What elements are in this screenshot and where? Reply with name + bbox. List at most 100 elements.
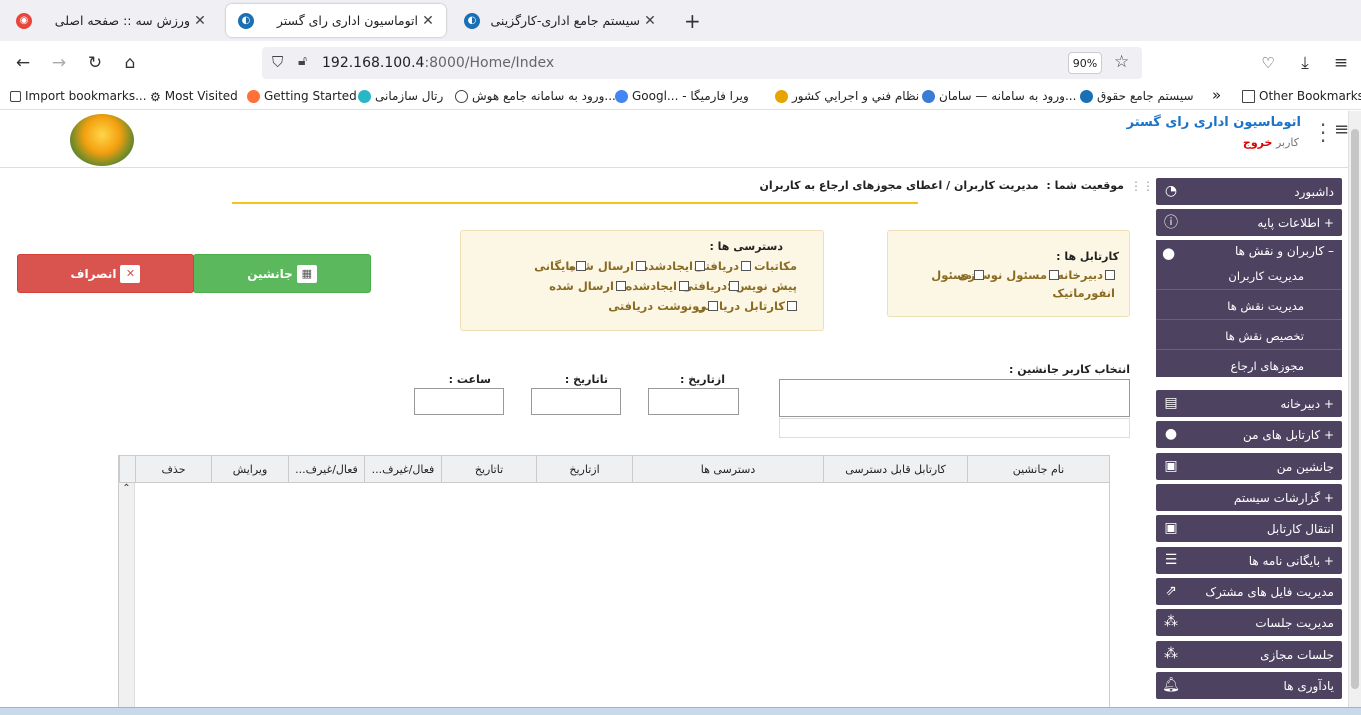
- sidebar-item-label: جلسات مجازی: [1260, 647, 1334, 662]
- sidebar-item-reminders[interactable]: یادآوری ها 🔔︎: [1156, 672, 1342, 699]
- column-header-kartable[interactable]: کارتابل قابل دسترسی: [823, 456, 967, 483]
- column-header-substitute-name[interactable]: نام جانشین: [967, 456, 1109, 483]
- close-tab-icon[interactable]: ✕: [190, 13, 210, 29]
- checkbox[interactable]: [1049, 270, 1059, 280]
- checkbox[interactable]: [616, 281, 626, 291]
- checkbox[interactable]: [787, 301, 797, 311]
- sidebar-subitem-referral-permissions[interactable]: مجوزهای ارجاع: [1156, 352, 1342, 379]
- bookmark-portal[interactable]: رتال سازمانی: [358, 89, 443, 103]
- sidebar-item-label: مدیریت جلسات: [1255, 615, 1334, 630]
- new-tab-button[interactable]: +: [684, 9, 701, 33]
- scroll-up-chevron-icon[interactable]: ⌃: [122, 483, 130, 494]
- bookmarks-toolbar: Import bookmarks... ⚙ Most Visited Gettin…: [0, 84, 1361, 110]
- address-bar[interactable]: ⛉ 🔓︎ 192.168.100.4:8000/Home/Index 90% ☆: [262, 47, 1142, 79]
- bookmark-label: ورود به سامانه — سامان...: [939, 89, 1077, 103]
- bookmark-saman[interactable]: ورود به سامانه — سامان...: [922, 89, 1076, 103]
- sidebar-subitem-assign-roles[interactable]: تخصیص نقش ها: [1156, 323, 1342, 350]
- sidebar-item-my-substitute[interactable]: جانشین من ▣: [1156, 453, 1342, 480]
- column-header-active-2[interactable]: فعال/غیرف...: [288, 456, 364, 483]
- sidebar-item-shared-files[interactable]: مدیریت فایل های مشترک ⇗: [1156, 578, 1342, 605]
- shield-icon[interactable]: ⛉: [272, 53, 283, 71]
- back-arrow-icon[interactable]: ←: [10, 50, 36, 76]
- sidebar-item-meetings[interactable]: مدیریت جلسات ⁂: [1156, 609, 1342, 636]
- pocket-icon[interactable]: ♡: [1255, 50, 1281, 76]
- downloads-icon[interactable]: ⤓: [1292, 50, 1318, 76]
- column-header-active-1[interactable]: فعال/غیرف...: [364, 456, 441, 483]
- close-tab-icon[interactable]: ✕: [640, 13, 660, 29]
- bookmark-label: نظام فني و اجرايي كشور: [792, 89, 920, 103]
- checkbox[interactable]: [695, 261, 705, 271]
- sidebar-group-label[interactable]: – کاربران و نقش ها: [1235, 244, 1334, 258]
- sidebar-item-archive[interactable]: + بایگانی نامه ها ☰: [1156, 547, 1342, 574]
- bookmark-import[interactable]: Import bookmarks...: [10, 89, 147, 103]
- insecure-lock-icon[interactable]: 🔓︎: [298, 53, 307, 69]
- tab-title: سیستم جامع اداری-کارگزینی: [490, 13, 640, 28]
- tab-varzesh3[interactable]: ◉ ورزش سه :: صفحه اصلی ✕: [4, 4, 218, 37]
- menu-icon[interactable]: ≡: [1328, 50, 1354, 76]
- checkbox[interactable]: [1105, 270, 1115, 280]
- checkbox[interactable]: [679, 281, 689, 291]
- more-bookmarks-chevron-icon[interactable]: »: [1212, 86, 1221, 104]
- bookmark-nezam[interactable]: نظام فني و اجرايي كشور: [775, 89, 919, 103]
- checkbox[interactable]: [636, 261, 646, 271]
- sidebar-subitem-roles[interactable]: مدیریت نقش ها: [1156, 293, 1342, 320]
- bookmark-star-icon[interactable]: ☆: [1114, 52, 1129, 72]
- checkbox[interactable]: [741, 261, 751, 271]
- substitute-save-button[interactable]: ▦ جانشین: [193, 254, 371, 293]
- substitute-user-input[interactable]: [779, 379, 1130, 417]
- scrollbar-thumb[interactable]: [1351, 129, 1359, 689]
- pishnevis-option-received[interactable]: دریافتی: [682, 279, 739, 293]
- checkbox[interactable]: [708, 301, 718, 311]
- makatebat-option-created[interactable]: ایجادشده: [641, 259, 705, 273]
- bookmark-payroll[interactable]: سیستم جامع حقوق: [1080, 89, 1194, 103]
- kartable-option-manager[interactable]: مسئول: [931, 268, 984, 282]
- cancel-button[interactable]: ✕ انصراف: [17, 254, 194, 293]
- zoom-level[interactable]: 90%: [1068, 52, 1102, 74]
- column-header-to-date[interactable]: تاتاریخ: [441, 456, 536, 483]
- url-text[interactable]: 192.168.100.4:8000/Home/Index: [322, 55, 554, 71]
- sidebar-item-base-info[interactable]: + اطلاعات پایه ⓘ: [1156, 209, 1342, 236]
- column-header-from-date[interactable]: ازتاریخ: [536, 456, 632, 483]
- pishnevis-option-created[interactable]: ایجادشده: [625, 279, 689, 293]
- checkbox[interactable]: [576, 261, 586, 271]
- bookmark-other[interactable]: Other Bookmarks: [1242, 89, 1361, 103]
- home-icon[interactable]: ⌂: [117, 50, 143, 76]
- checkbox[interactable]: [729, 281, 739, 291]
- logout-link[interactable]: خروج: [1243, 136, 1273, 149]
- sidebar-item-secretariat[interactable]: + دبیرخانه ▤: [1156, 390, 1342, 417]
- sidebar-item-reports[interactable]: + گزارشات سیستم: [1156, 484, 1342, 511]
- forward-arrow-icon[interactable]: →: [46, 50, 72, 76]
- sidebar-subitem-users[interactable]: مدیریت کاربران: [1156, 263, 1342, 290]
- checkbox[interactable]: [974, 270, 984, 280]
- bookmark-google[interactable]: Googl... - ویرا فارمیگا: [615, 89, 749, 103]
- table-scrollbar[interactable]: ⌃: [119, 483, 135, 714]
- sidebar-item-my-kartables[interactable]: + کارتابل های من ●: [1156, 421, 1342, 448]
- close-tab-icon[interactable]: ✕: [418, 13, 438, 29]
- bookmark-hoosh[interactable]: ورود به سامانه جامع هوش...: [455, 89, 616, 103]
- option-received-copy[interactable]: رونوشت دریافتی: [608, 299, 718, 313]
- to-date-label: تاتاریخ :: [564, 373, 608, 386]
- column-header-edit[interactable]: ویرایش: [211, 456, 288, 483]
- to-date-input[interactable]: [531, 388, 621, 415]
- bookmark-most-visited[interactable]: ⚙ Most Visited: [150, 89, 238, 104]
- time-input[interactable]: [414, 388, 504, 415]
- sidebar-item-dashboard[interactable]: داشبورد ◔: [1156, 178, 1342, 205]
- substitute-user-dropdown[interactable]: [779, 418, 1130, 438]
- pishnevis-option-sent[interactable]: ارسال شده: [549, 279, 626, 293]
- column-header-access[interactable]: دسترسی ها: [632, 456, 823, 483]
- makatebat-option-archived[interactable]: بایگانی: [534, 259, 586, 273]
- bookmark-label: Most Visited: [164, 89, 238, 103]
- from-date-input[interactable]: [648, 388, 739, 415]
- column-header-delete[interactable]: حذف: [135, 456, 211, 483]
- reload-icon[interactable]: ↻: [82, 50, 108, 76]
- kebab-menu-icon[interactable]: · · ·: [1319, 115, 1327, 151]
- kartable-option-secretariat[interactable]: دبیرخانه: [1057, 268, 1115, 282]
- sidebar-item-transfer[interactable]: انتقال کارتابل ▣: [1156, 515, 1342, 542]
- access-title: دسترسی ها :: [709, 240, 783, 253]
- page-scrollbar[interactable]: [1348, 111, 1361, 715]
- option-label: انفورماتیک: [1052, 286, 1115, 300]
- bookmark-getting-started[interactable]: Getting Started: [247, 89, 357, 103]
- tab-automation[interactable]: ◐ اتوماسیون اداری رای گستر ✕: [226, 4, 446, 37]
- tab-personnel[interactable]: ◐ سیستم جامع اداری-کارگزینی ✕: [452, 4, 668, 37]
- sidebar-item-virtual-meetings[interactable]: جلسات مجازی ⁂: [1156, 641, 1342, 668]
